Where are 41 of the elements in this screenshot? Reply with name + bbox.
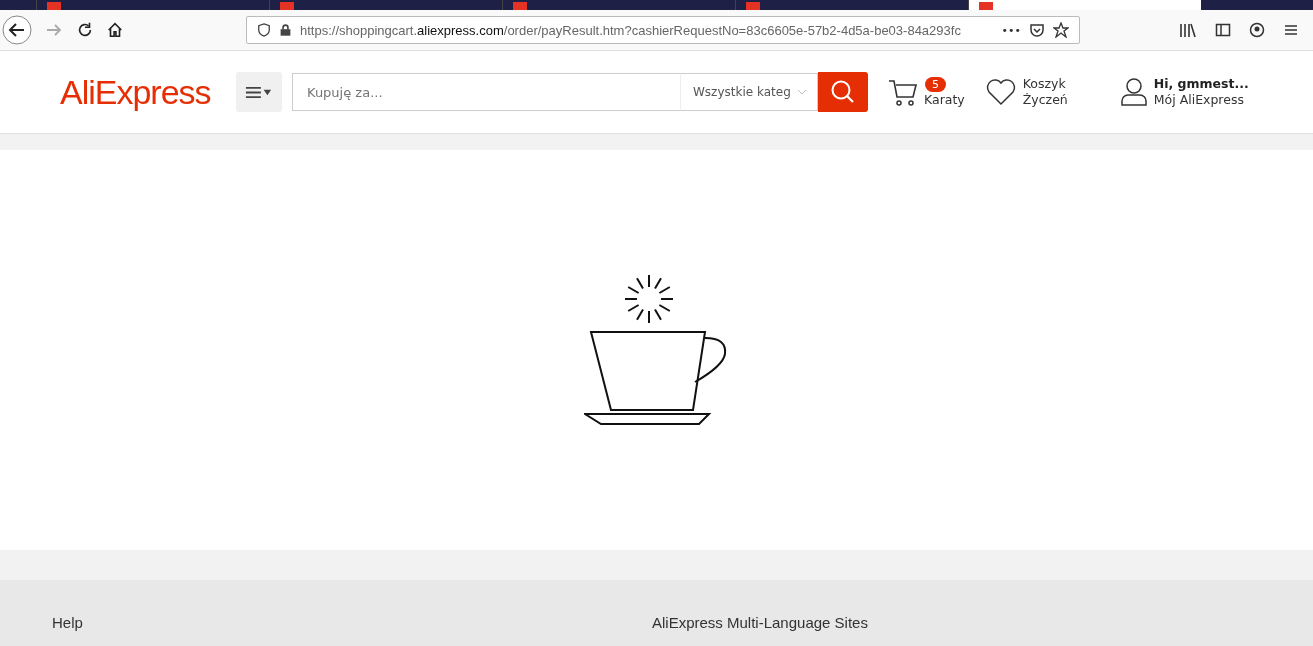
logo[interactable]: AliExpress [60,72,228,112]
browser-tab[interactable] [968,0,1201,10]
footer-heading: AliExpress Multi-Language Sites [652,614,869,633]
pocket-icon[interactable] [1029,22,1045,38]
greeting-text: Hi, gmmest... [1153,76,1249,92]
categories-menu-button[interactable] [236,72,282,112]
address-bar[interactable]: https://shoppingcart.aliexpress.com/order/payResult.htm?cashierRequestNo=83c6605e-57b2-4d5a-be03-84a293fc ••• [246,16,1080,44]
account-icon[interactable] [1249,22,1265,38]
search-field[interactable]: Kupuję za... [292,73,680,111]
tab-favicon-icon [280,2,294,10]
cart-label: Karaty [924,91,965,108]
menu-icon[interactable] [1283,22,1299,38]
search-button[interactable] [818,72,868,112]
home-icon[interactable] [106,21,124,39]
library-icon[interactable] [1179,22,1197,38]
category-dropdown[interactable]: Wszystkie kateg [680,73,818,111]
back-icon[interactable] [2,15,32,45]
star-icon[interactable] [1053,22,1069,38]
wishlist-label: Życzeń [1022,92,1068,108]
lock-icon [279,23,292,37]
menu-icon [245,84,273,100]
tab-favicon-icon [746,2,760,10]
cart-link[interactable]: 5 Karaty [888,76,965,108]
my-account-link[interactable]: Mój AliExpress [1153,92,1244,108]
tab-favicon-icon [979,2,993,10]
user-icon[interactable] [1119,77,1148,107]
shield-icon [257,23,271,37]
tab-favicon-icon [513,2,527,10]
heart-icon [984,78,1017,106]
chevron-down-icon [796,89,807,95]
tab-favicon-icon [47,2,61,10]
cart-count-badge: 5 [925,76,946,92]
wishlist-label: Koszyk [1022,76,1066,92]
page-actions-button[interactable]: ••• [1001,23,1021,37]
reload-icon[interactable] [76,21,94,39]
footer-heading: Help [52,614,84,633]
sidebar-icon[interactable] [1215,22,1231,38]
wishlist-link[interactable]: Koszyk Życzeń [984,76,1068,108]
url-text: https://shoppingcart.aliexpress.com/order/payResult.htm?cashierRequestNo=83c6605e-57b2-4d5a-be03-84a293fc [300,22,962,38]
cart-icon [888,77,918,107]
search-icon [830,79,856,105]
